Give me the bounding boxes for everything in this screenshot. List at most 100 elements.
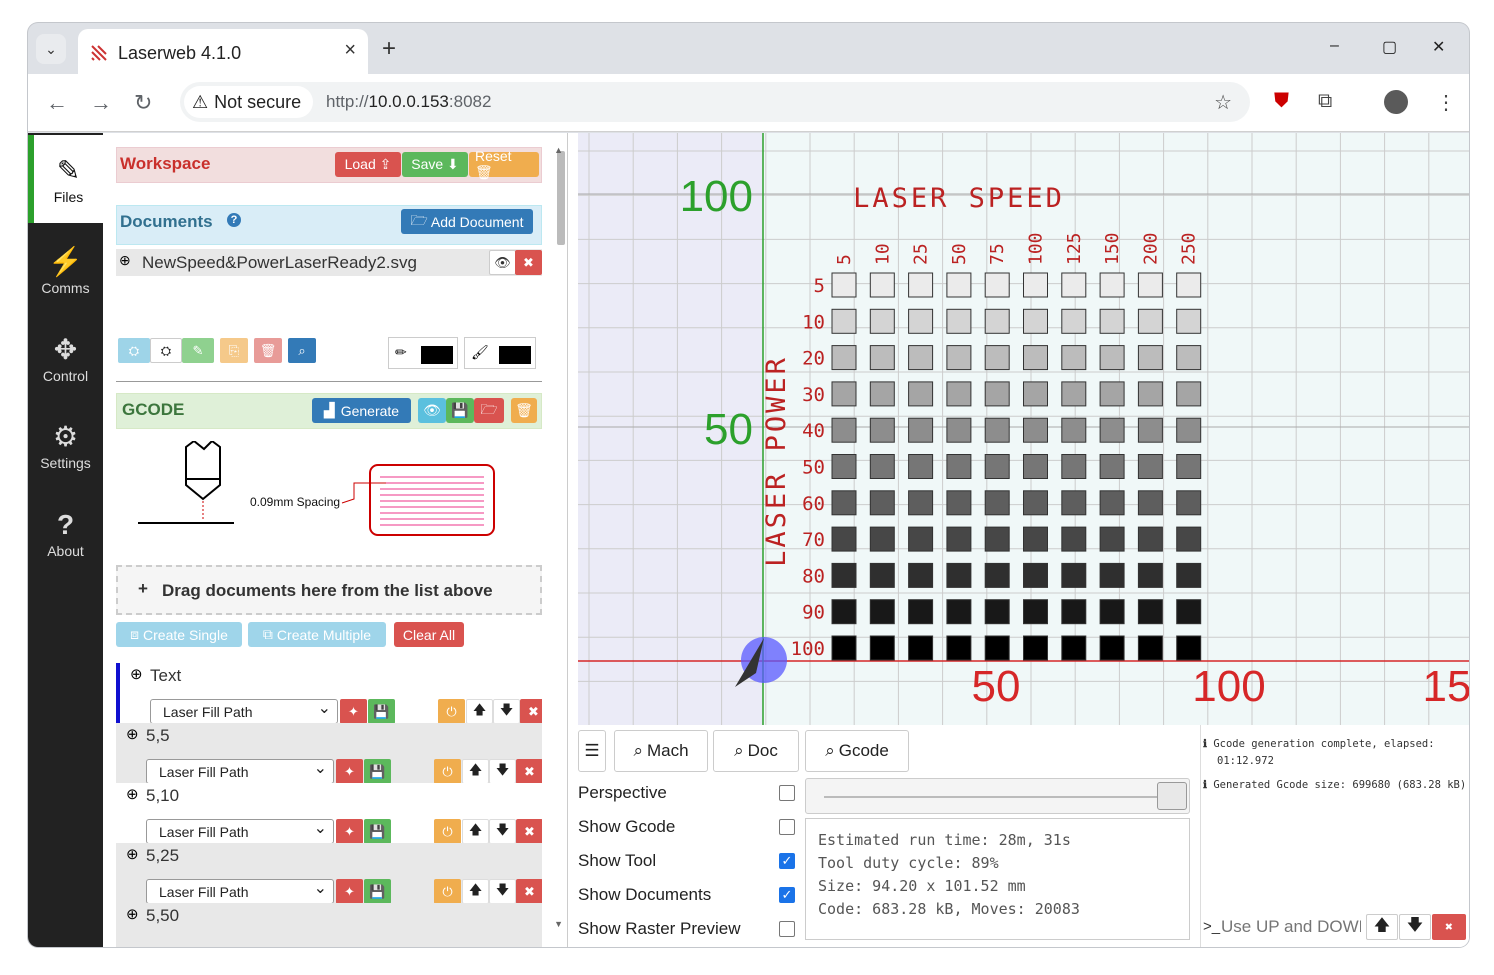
command-input[interactable] (1221, 914, 1361, 940)
move-down-icon[interactable]: 🡇 (489, 819, 516, 844)
magic-wand-icon[interactable]: ✦ (336, 759, 363, 784)
search-icon[interactable]: ⌕ (288, 338, 316, 363)
sidebar-item-files[interactable]: ✎ Files (28, 135, 103, 223)
scroll-down-icon[interactable]: ▼ (554, 919, 563, 929)
move-down-icon[interactable]: 🡇 (489, 879, 516, 904)
operation-type-select[interactable]: Laser Fill Path (146, 818, 334, 844)
history-down-icon[interactable]: 🡇 (1399, 914, 1431, 940)
plus-circle-icon[interactable]: ⊕ (126, 845, 139, 863)
security-chip[interactable]: ⚠ Not secure (184, 86, 314, 118)
option-checkbox[interactable]: ✓ (779, 853, 795, 869)
reload-icon[interactable]: ↻ (134, 90, 152, 116)
mach-button[interactable]: ⌕ Mach (614, 730, 708, 772)
power-toggle-icon[interactable]: ⏻ (438, 699, 465, 724)
power-toggle-icon[interactable]: ⏻ (434, 879, 461, 904)
new-tab-button[interactable]: + (382, 35, 396, 63)
fill-color-picker[interactable]: 🖌 (464, 337, 536, 369)
move-up-icon[interactable]: 🡅 (466, 699, 493, 724)
doc-button[interactable]: ⌕ Doc (713, 730, 799, 772)
clear-all-button[interactable]: Clear All (394, 622, 464, 647)
power-toggle-icon[interactable]: ⏻ (434, 759, 461, 784)
slider-handle[interactable] (1157, 782, 1187, 810)
magic-wand-icon[interactable]: ✦ (340, 699, 367, 724)
forward-icon[interactable]: → (90, 90, 112, 116)
3d-viewer[interactable]: 100 50 50 100 15 LASER SPEED LASER POWER 5 10 25 5… (578, 133, 1469, 725)
remove-operation-icon[interactable]: ✖ (520, 699, 542, 724)
gcode-view-button[interactable]: ⌕ Gcode (805, 730, 909, 772)
document-row[interactable]: ⊕ NewSpeed&PowerLaserReady2.svg 👁 ✖ (116, 249, 542, 276)
back-icon[interactable]: ← (46, 90, 68, 116)
tab-search-icon[interactable]: ⌄ (36, 34, 66, 64)
save-gcode-icon[interactable]: 💾 (446, 398, 474, 423)
scroll-up-icon[interactable]: ▲ (554, 145, 563, 155)
move-down-icon[interactable]: 🡇 (489, 759, 516, 784)
avatar[interactable] (1384, 90, 1408, 114)
sidebar-item-control[interactable]: ✥ Control (28, 314, 103, 402)
select-all-icon[interactable]: ⛭ (118, 338, 150, 363)
ublock-icon[interactable]: ⛊ (1274, 90, 1289, 113)
copy-icon[interactable]: ⎘ (220, 338, 248, 363)
plus-circle-icon[interactable]: ⊕ (119, 252, 131, 269)
open-gcode-icon[interactable]: 🗁 (474, 398, 504, 423)
operation-type-select[interactable]: Laser Fill Path (150, 698, 338, 724)
minimize-button[interactable]: – (1330, 37, 1339, 55)
load-button[interactable]: Load ⇪ (335, 152, 401, 177)
view-gcode-icon[interactable]: 👁 (418, 398, 446, 423)
tab-close-icon[interactable]: × (344, 39, 356, 62)
save-workspace-button[interactable]: Save ⬇ (402, 152, 468, 177)
save-operation-icon[interactable]: 💾 (368, 699, 395, 724)
move-up-icon[interactable]: 🡅 (462, 879, 489, 904)
move-up-icon[interactable]: 🡅 (462, 759, 489, 784)
operation-type-select[interactable]: Laser Fill Path (146, 758, 334, 784)
help-icon[interactable]: ? (227, 213, 241, 227)
move-up-icon[interactable]: 🡅 (462, 819, 489, 844)
browser-tab[interactable]: Laserweb 4.1.0 × (78, 29, 368, 74)
remove-operation-icon[interactable]: ✖ (516, 759, 542, 784)
menu-icon[interactable]: ☰ (578, 730, 606, 772)
trash-icon[interactable]: 🗑 (254, 338, 282, 363)
panel-scrollbar[interactable] (557, 151, 565, 245)
power-toggle-icon[interactable]: ⏻ (434, 819, 461, 844)
add-document-button[interactable]: 🗁 Add Document (401, 209, 533, 234)
operation-row[interactable]: ⊕ 5,5 Laser Fill Path ✦💾 ⏻🡅🡇✖ (116, 723, 542, 785)
stroke-color-picker[interactable]: ✏ (388, 337, 458, 369)
workspace-canvas[interactable]: 100 50 50 100 15 LASER SPEED LASER POWER 5 10 25 5… (578, 133, 1469, 725)
color-picker-icon[interactable]: ✎ (182, 338, 214, 363)
create-single-button[interactable]: ⧈ Create Single (116, 622, 242, 647)
clear-console-icon[interactable]: ✖ (1432, 914, 1466, 940)
remove-document-button[interactable]: ✖ (515, 250, 542, 275)
maximize-button[interactable]: ▢ (1382, 37, 1397, 57)
remove-operation-icon[interactable]: ✖ (516, 819, 542, 844)
operation-type-select[interactable]: Laser Fill Path (146, 878, 334, 904)
operation-row[interactable]: ⊕ 5,50 (116, 903, 542, 947)
save-operation-icon[interactable]: 💾 (364, 819, 391, 844)
plus-circle-icon[interactable]: ⊕ (126, 905, 139, 923)
operation-row[interactable]: ⊕ 5,25 Laser Fill Path ✦💾 ⏻🡅🡇✖ (116, 843, 542, 905)
menu-kebab-icon[interactable]: ⋮ (1436, 90, 1456, 115)
plus-circle-icon[interactable]: ⊕ (126, 725, 139, 743)
url-text[interactable]: http://10.0.0.153:8082 (326, 92, 491, 112)
save-operation-icon[interactable]: 💾 (364, 759, 391, 784)
playback-slider[interactable] (805, 778, 1190, 814)
operation-row[interactable]: ⊕ 5,10 Laser Fill Path ✦💾 ⏻🡅🡇✖ (116, 783, 542, 845)
option-checkbox[interactable]: ✓ (779, 887, 795, 903)
history-up-icon[interactable]: 🡅 (1366, 914, 1398, 940)
create-multiple-button[interactable]: ⧉ Create Multiple (248, 622, 386, 647)
option-checkbox[interactable] (779, 819, 795, 835)
magic-wand-icon[interactable]: ✦ (336, 819, 363, 844)
sidebar-item-about[interactable]: ? About (28, 489, 103, 577)
option-checkbox[interactable] (779, 785, 795, 801)
generate-button[interactable]: ▟ Generate (312, 398, 411, 423)
drop-zone[interactable]: + Drag documents here from the list abov… (116, 565, 542, 615)
plus-circle-icon[interactable]: ⊕ (126, 785, 139, 803)
magic-wand-icon[interactable]: ✦ (336, 879, 363, 904)
omnibox[interactable]: ⚠ Not secure http://10.0.0.153:8082 ☆ (180, 82, 1250, 122)
sidebar-item-comms[interactable]: ⚡ Comms (28, 226, 103, 314)
eye-icon[interactable]: 👁 (489, 250, 516, 275)
reset-button[interactable]: Reset 🗑 (469, 148, 539, 180)
close-window-button[interactable]: ✕ (1432, 37, 1445, 57)
extensions-icon[interactable]: ⧉ (1318, 90, 1332, 113)
operation-row[interactable]: ⊕ Text Laser Fill Path ✦💾 ⏻🡅🡇✖ (116, 663, 542, 725)
move-down-icon[interactable]: 🡇 (493, 699, 520, 724)
clear-gcode-icon[interactable]: 🗑 (511, 398, 537, 423)
